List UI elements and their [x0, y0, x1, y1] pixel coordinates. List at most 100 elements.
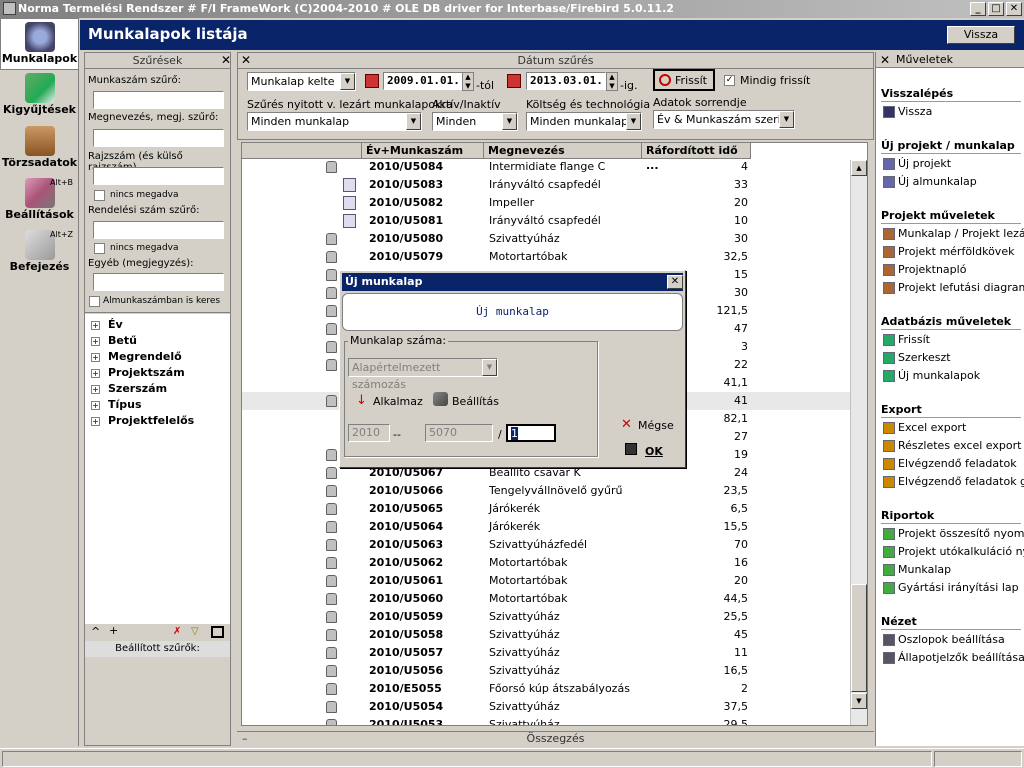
table-row[interactable]: 2010/U5065 Járókerék 6,5: [242, 500, 867, 518]
subwork-search-checkbox[interactable]: [89, 296, 100, 307]
numbering-select[interactable]: Alapértelmezett számozás ▼: [348, 358, 498, 391]
action-item[interactable]: Szerkeszt: [883, 351, 951, 364]
action-item[interactable]: Elvégzendő feladatok: [883, 457, 1017, 470]
tree-item-tipus[interactable]: + Típus: [91, 398, 142, 411]
column-header-name[interactable]: Megnevezés: [484, 143, 642, 159]
action-item[interactable]: Gyártási irányítási lap: [883, 581, 1019, 594]
save-disk-icon[interactable]: [625, 443, 637, 455]
grid-scrollbar[interactable]: ▲ ▼: [850, 160, 867, 725]
sort-order-select[interactable]: Év & Munkaszám szerint ▼: [653, 110, 795, 129]
action-item[interactable]: Projekt mérföldkövek: [883, 245, 1014, 258]
tree-item-ev[interactable]: + Év: [91, 318, 123, 331]
action-item[interactable]: Projekt lefutási diagram: [883, 281, 1024, 294]
filter-funnel-icon[interactable]: ▽: [191, 626, 205, 637]
table-row[interactable]: 2010/U5059 Szivattyúház 25,5: [242, 608, 867, 626]
action-item[interactable]: Frissít: [883, 333, 930, 346]
ok-button[interactable]: OK: [645, 445, 663, 458]
scroll-down-button[interactable]: ▼: [851, 693, 867, 709]
table-row[interactable]: 2010/U5083 Irányváltó csapfedél 33: [242, 176, 867, 194]
cancel-button[interactable]: Mégse: [638, 419, 674, 432]
number-input[interactable]: 5070: [425, 424, 493, 442]
order-number-input[interactable]: [93, 221, 224, 239]
action-item[interactable]: Új projekt: [883, 157, 951, 170]
always-refresh-checkbox[interactable]: ✓: [724, 75, 735, 86]
action-item[interactable]: Projektnapló: [883, 263, 966, 276]
scroll-thumb[interactable]: [851, 584, 867, 692]
table-row[interactable]: 2010/U5058 Szivattyúház 45: [242, 626, 867, 644]
action-item[interactable]: Munkalap: [883, 563, 951, 576]
action-item[interactable]: Projekt összesítő nyom: [883, 527, 1024, 540]
not-given-checkbox-1[interactable]: [94, 190, 105, 201]
scroll-up-button[interactable]: ▲: [851, 160, 867, 176]
cancel-icon[interactable]: ✕: [621, 417, 632, 432]
tree-item-betu[interactable]: + Betű: [91, 334, 137, 347]
action-item[interactable]: Új almunkalap: [883, 175, 977, 188]
apply-arrow-icon[interactable]: ↓: [356, 393, 367, 408]
action-item[interactable]: Részletes excel export: [883, 439, 1021, 452]
collapse-up-button[interactable]: ^: [91, 625, 100, 638]
action-item[interactable]: Elvégzendő feladatok g: [883, 475, 1024, 488]
action-item[interactable]: Excel export: [883, 421, 966, 434]
close-date-filter-icon[interactable]: ✕: [241, 54, 251, 66]
minimize-button[interactable]: _: [970, 2, 986, 16]
tree-item-projektfelelos[interactable]: + Projektfelelős: [91, 414, 194, 427]
date-field-select[interactable]: Munkalap kelte ▼: [247, 72, 356, 91]
table-row[interactable]: 2010/U5057 Szivattyúház 11: [242, 644, 867, 662]
close-actions-icon[interactable]: ✕: [880, 54, 890, 66]
action-item[interactable]: Munkalap / Projekt lezá: [883, 227, 1024, 240]
tree-item-projektszam[interactable]: + Projektszám: [91, 366, 185, 379]
nav-befejezes[interactable]: Alt+Z Befejezés: [0, 230, 79, 278]
work-number-input[interactable]: [93, 91, 224, 109]
drawing-number-input[interactable]: [93, 167, 224, 185]
settings-button[interactable]: Beállítás: [452, 395, 499, 408]
nav-torzsadatok[interactable]: Törzsadatok: [0, 126, 79, 174]
clear-filter-icon[interactable]: ✗: [173, 626, 187, 637]
to-date-input[interactable]: 2013.03.01.: [526, 72, 606, 90]
table-row[interactable]: 2010/U5060 Motortartóbak 44,5: [242, 590, 867, 608]
close-window-button[interactable]: ✕: [1006, 2, 1022, 16]
cost-select[interactable]: Minden munkalap ▼: [526, 112, 642, 131]
table-row[interactable]: 2010/U5064 Járókerék 15,5: [242, 518, 867, 536]
settings-gear-icon[interactable]: [433, 392, 448, 406]
dialog-close-button[interactable]: ✕: [667, 275, 683, 289]
tree-item-szerszam[interactable]: + Szerszám: [91, 382, 167, 395]
table-row[interactable]: 2010/U5082 Impeller 20: [242, 194, 867, 212]
not-given-checkbox-2[interactable]: [94, 243, 105, 254]
nav-munkalapok[interactable]: Munkalapok: [0, 18, 79, 70]
action-item[interactable]: Projekt utókalkuláció ny: [883, 545, 1024, 558]
from-date-spinner[interactable]: ▲ ▼: [462, 72, 474, 91]
summary-bar[interactable]: – Összegzés: [237, 731, 874, 746]
table-row[interactable]: 2010/E5055 Főorsó kúp átszabályozás 2: [242, 680, 867, 698]
summary-toggle[interactable]: –: [242, 732, 248, 746]
open-closed-select[interactable]: Minden munkalap ▼: [247, 112, 422, 131]
sub-number-input[interactable]: 1: [506, 424, 556, 442]
table-row[interactable]: 2010/U5079 Motortartóbak 32,5: [242, 248, 867, 266]
nav-beallitasok[interactable]: Alt+B Beállítások: [0, 178, 79, 226]
maximize-button[interactable]: □: [988, 2, 1004, 16]
close-filters-icon[interactable]: ✕: [221, 54, 231, 66]
back-button[interactable]: Vissza: [947, 26, 1015, 44]
nav-kigyujtesek[interactable]: Kigyűjtések: [0, 73, 79, 121]
calendar-icon[interactable]: [365, 74, 379, 88]
refresh-button[interactable]: Frissít: [653, 69, 715, 91]
other-filter-input[interactable]: [93, 273, 224, 291]
apply-button[interactable]: Alkalmaz: [373, 395, 423, 408]
action-item[interactable]: Vissza: [883, 105, 932, 118]
table-row[interactable]: 2010/U5063 Szivattyúházfedél 70: [242, 536, 867, 554]
active-select[interactable]: Minden ▼: [432, 112, 518, 131]
add-filter-button[interactable]: +: [109, 624, 118, 637]
table-row[interactable]: 2010/U5081 Irányváltó csapfedél 10: [242, 212, 867, 230]
column-header-code[interactable]: Év+Munkaszám: [362, 143, 484, 159]
action-item[interactable]: Új munkalapok: [883, 369, 980, 382]
table-row[interactable]: 2010/U5053 Szivattyúház 29,5: [242, 716, 867, 725]
name-filter-input[interactable]: [93, 129, 224, 147]
table-row[interactable]: 2010/U5084 Intermidiate flange C 4: [242, 160, 867, 176]
table-row[interactable]: 2010/U5056 Szivattyúház 16,5: [242, 662, 867, 680]
year-input[interactable]: 2010: [348, 424, 390, 442]
action-item[interactable]: Oszlopok beállítása: [883, 633, 1005, 646]
to-date-spinner[interactable]: ▲ ▼: [606, 72, 618, 91]
table-row[interactable]: 2010/U5062 Motortartóbak 16: [242, 554, 867, 572]
column-header-time[interactable]: Ráfordított idő ...: [642, 143, 751, 172]
calendar-icon[interactable]: [507, 74, 521, 88]
from-date-input[interactable]: 2009.01.01.: [383, 72, 463, 90]
